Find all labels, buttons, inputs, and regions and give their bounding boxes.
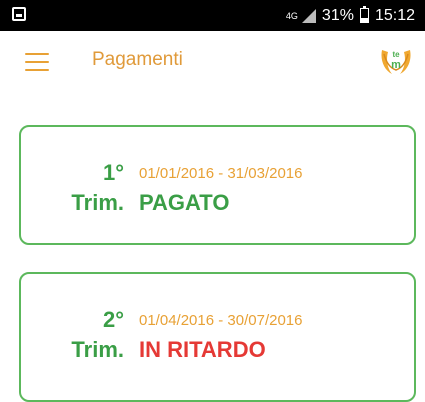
quarter-label: Trim. (71, 190, 124, 215)
app-bar: Pagamenti te m (0, 31, 425, 93)
payment-card-q2[interactable]: 2° Trim. 01/04/2016 - 30/07/2016 IN RITA… (19, 272, 416, 402)
payment-status: IN RITARDO (139, 337, 266, 362)
notification-icon (12, 7, 26, 21)
quarter-label: Trim. (71, 337, 124, 362)
page-title: Pagamenti (92, 49, 183, 70)
payment-period: 01/01/2016 - 31/03/2016 (139, 165, 303, 182)
hamburger-menu-icon[interactable] (25, 53, 49, 71)
payment-period: 01/04/2016 - 30/07/2016 (139, 312, 303, 329)
quarter-number: 2° (102, 307, 124, 332)
network-type-icon: 4G (285, 10, 298, 21)
clock: 15:12 (374, 6, 415, 24)
svg-text:m: m (391, 59, 401, 71)
battery-icon (359, 6, 369, 23)
svg-text:te: te (392, 50, 400, 59)
quarter-number: 1° (102, 160, 124, 185)
status-bar: 4G 31% 15:12 (0, 0, 425, 31)
signal-icon (301, 8, 316, 23)
status-bar-right: 4G 31% 15:12 (286, 0, 415, 31)
app-logo-icon[interactable]: te m (378, 44, 414, 80)
payment-status: PAGATO (139, 190, 230, 215)
payment-card-q1[interactable]: 1° Trim. 01/01/2016 - 31/03/2016 PAGATO (19, 125, 416, 245)
battery-percentage: 31% (321, 6, 354, 24)
